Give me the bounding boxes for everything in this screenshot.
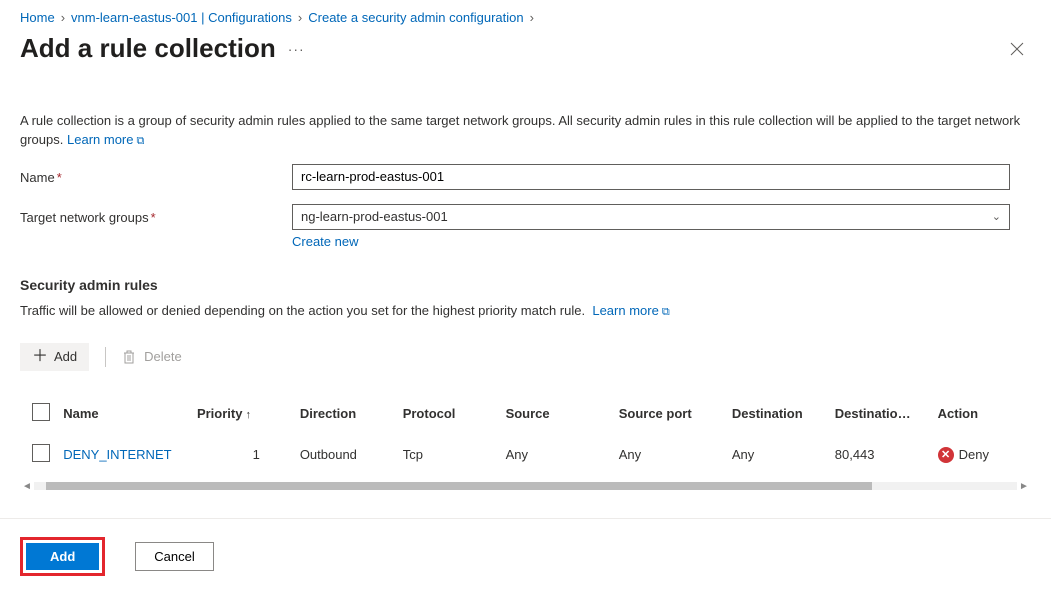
column-name[interactable]: Name: [63, 395, 197, 434]
highlight-annotation: Add: [20, 537, 105, 576]
learn-more-link[interactable]: Learn more⧉: [67, 132, 144, 147]
name-input[interactable]: [292, 164, 1010, 190]
name-label: Name*: [20, 164, 292, 185]
cell-source-port: Any: [619, 434, 732, 475]
cancel-button[interactable]: Cancel: [135, 542, 213, 571]
chevron-right-icon: ›: [61, 10, 65, 25]
add-button[interactable]: Add: [26, 543, 99, 570]
breadcrumb: Home › vnm-learn-eastus-001 | Configurat…: [0, 0, 1051, 31]
description-text: A rule collection is a group of security…: [20, 112, 1030, 150]
cell-destination-port: 80,443: [835, 434, 938, 475]
select-all-checkbox[interactable]: [32, 403, 50, 421]
rule-name-link[interactable]: DENY_INTERNET: [63, 447, 171, 462]
create-new-link[interactable]: Create new: [292, 234, 358, 249]
security-admin-rules-heading: Security admin rules: [20, 277, 1031, 293]
column-destination-port[interactable]: Destinatio…: [835, 395, 938, 434]
deny-icon: ✕: [938, 447, 954, 463]
chevron-right-icon: ›: [530, 10, 534, 25]
external-link-icon: ⧉: [136, 135, 144, 147]
breadcrumb-config[interactable]: vnm-learn-eastus-001 | Configurations: [71, 10, 292, 25]
page-title: Add a rule collection: [20, 33, 276, 64]
delete-rule-label: Delete: [144, 349, 182, 364]
column-action[interactable]: Action: [938, 395, 1020, 434]
horizontal-scrollbar[interactable]: ◄ ►: [20, 481, 1031, 492]
chevron-down-icon: ⌄: [992, 210, 1001, 223]
rules-table-wrap: Name Priority↑ Direction Protocol Source…: [20, 395, 1031, 492]
description-body: A rule collection is a group of security…: [20, 113, 1020, 147]
target-network-groups-dropdown[interactable]: ng-learn-prod-eastus-001 ⌄: [292, 204, 1010, 230]
trash-icon: [122, 349, 136, 365]
breadcrumb-create[interactable]: Create a security admin configuration: [308, 10, 523, 25]
column-destination[interactable]: Destination: [732, 395, 835, 434]
action-label: Deny: [959, 447, 989, 462]
column-priority[interactable]: Priority↑: [197, 395, 300, 434]
rules-toolbar: ＋ Add Delete: [20, 343, 1031, 371]
external-link-icon: ⧉: [662, 306, 670, 318]
footer-actions: Add Cancel: [0, 519, 1051, 594]
column-source-port[interactable]: Source port: [619, 395, 732, 434]
action-badge: ✕ Deny: [938, 447, 989, 463]
form-row-target-network-groups: Target network groups* ng-learn-prod-eas…: [20, 204, 1031, 249]
close-button[interactable]: [1003, 35, 1031, 63]
page-header: Add a rule collection ···: [0, 31, 1051, 78]
target-network-groups-label: Target network groups*: [20, 204, 292, 225]
add-rule-button[interactable]: ＋ Add: [20, 343, 89, 371]
toolbar-divider: [105, 347, 106, 367]
sort-arrow-up-icon: ↑: [245, 409, 251, 421]
more-actions-icon[interactable]: ···: [288, 41, 305, 57]
security-admin-rules-subtitle: Traffic will be allowed or denied depend…: [20, 303, 1031, 319]
scroll-right-icon: ►: [1017, 481, 1031, 492]
cell-protocol: Tcp: [403, 434, 506, 475]
rules-table: Name Priority↑ Direction Protocol Source…: [20, 395, 1020, 475]
breadcrumb-home[interactable]: Home: [20, 10, 55, 25]
column-source[interactable]: Source: [506, 395, 619, 434]
column-direction[interactable]: Direction: [300, 395, 403, 434]
table-row: DENY_INTERNET 1 Outbound Tcp Any Any Any…: [20, 434, 1020, 475]
column-protocol[interactable]: Protocol: [403, 395, 506, 434]
cell-destination: Any: [732, 434, 835, 475]
plus-icon: ＋: [32, 349, 48, 365]
scroll-left-icon: ◄: [20, 481, 34, 492]
row-checkbox[interactable]: [32, 444, 50, 462]
close-icon: [1010, 42, 1024, 56]
add-rule-label: Add: [54, 349, 77, 364]
cell-priority: 1: [197, 434, 300, 475]
cell-direction: Outbound: [300, 434, 403, 475]
chevron-right-icon: ›: [298, 10, 302, 25]
delete-rule-button[interactable]: Delete: [122, 349, 182, 365]
form-row-name: Name*: [20, 164, 1031, 190]
dropdown-value: ng-learn-prod-eastus-001: [301, 209, 448, 224]
rules-learn-more-link[interactable]: Learn more⧉: [592, 303, 669, 318]
cell-source: Any: [506, 434, 619, 475]
